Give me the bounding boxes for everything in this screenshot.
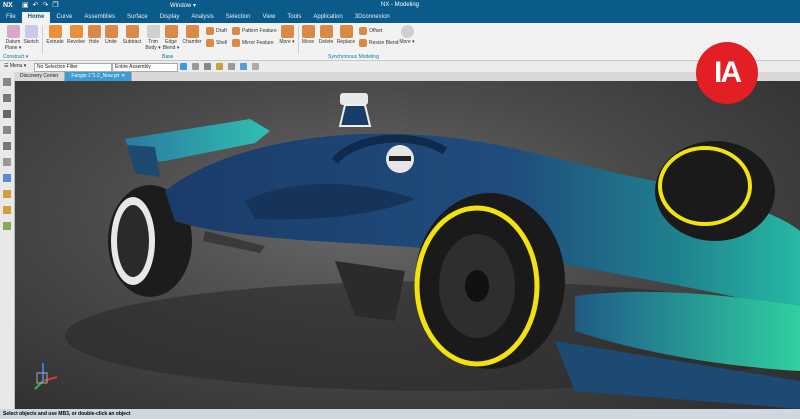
group-construct[interactable]: Construct ▾ bbox=[3, 54, 28, 60]
pattern-feature-button[interactable]: Pattern Feature bbox=[232, 27, 277, 35]
rear-wing-endplate bbox=[127, 145, 160, 177]
datum-plane-button[interactable]: Datum Plane ▾ bbox=[3, 25, 23, 51]
title-bar: NX ▣ ↶ ↷ ❐ Window ▾ NX - Modeling bbox=[0, 0, 800, 12]
offset-icon bbox=[359, 27, 367, 35]
menu-view[interactable]: View bbox=[256, 12, 281, 23]
constraint-navigator-icon[interactable] bbox=[3, 110, 11, 118]
snap-point-icon[interactable] bbox=[192, 63, 199, 70]
mirror-feature-icon bbox=[232, 39, 240, 47]
more-features-icon bbox=[280, 25, 294, 38]
reuse-library-icon[interactable] bbox=[3, 126, 11, 134]
extrude-icon bbox=[48, 25, 62, 38]
menu-assemblies[interactable]: Assemblies bbox=[78, 12, 121, 23]
helmet-visor bbox=[389, 156, 411, 161]
subtract-button[interactable]: Subtract bbox=[121, 25, 143, 45]
move-face-icon bbox=[301, 25, 315, 38]
front-right-tire bbox=[655, 141, 775, 241]
ribbon-separator bbox=[298, 26, 299, 54]
view-icon[interactable] bbox=[228, 63, 235, 70]
menu-dropdown[interactable]: ☰ Menu ▾ bbox=[2, 63, 28, 70]
menu-file[interactable]: File bbox=[0, 12, 22, 23]
menu-analysis[interactable]: Analysis bbox=[185, 12, 219, 23]
more-button-2[interactable]: More ▾ bbox=[398, 25, 416, 45]
tab-active-part[interactable]: Fangio 1"1-2_New.prt ✕ bbox=[65, 72, 133, 81]
draft-icon bbox=[206, 27, 214, 35]
shell-icon bbox=[206, 39, 214, 47]
menu-curve[interactable]: Curve bbox=[50, 12, 78, 23]
group-base: Base bbox=[162, 54, 174, 60]
refresh-icon bbox=[400, 25, 414, 38]
camera-pod bbox=[340, 93, 368, 105]
revolve-icon bbox=[69, 25, 83, 38]
delete-face-button[interactable]: Delete bbox=[317, 25, 335, 45]
mirror-feature-button[interactable]: Mirror Feature bbox=[232, 39, 274, 47]
process-studio-icon[interactable] bbox=[3, 190, 11, 198]
menu-tools[interactable]: Tools bbox=[281, 12, 307, 23]
group-synchronous-modeling: Synchronous Modeling bbox=[328, 54, 379, 60]
hole-icon bbox=[87, 25, 101, 38]
chamfer-button[interactable]: Chamfer bbox=[181, 25, 203, 45]
menu-surface[interactable]: Surface bbox=[121, 12, 154, 23]
hole-button[interactable]: Hole bbox=[87, 25, 101, 45]
filter-icon[interactable] bbox=[204, 63, 211, 70]
wheel-hub bbox=[465, 270, 489, 302]
unite-icon bbox=[104, 25, 118, 38]
trim-body-icon bbox=[146, 25, 160, 38]
more-button-1[interactable]: More ▾ bbox=[278, 25, 296, 45]
offset-button[interactable]: Offset bbox=[359, 27, 382, 35]
replace-face-button[interactable]: Replace bbox=[336, 25, 356, 45]
resize-blend-button[interactable]: Resize Blend bbox=[359, 39, 398, 47]
system-materials-icon[interactable] bbox=[3, 206, 11, 214]
web-browser-icon[interactable] bbox=[3, 158, 11, 166]
document-tabs: Discovery Center Fangio 1"1-2_New.prt ✕ bbox=[14, 72, 800, 81]
datum-plane-icon bbox=[6, 25, 20, 38]
extrude-button[interactable]: Extrude bbox=[45, 25, 65, 45]
ia-logo-badge: IA bbox=[696, 42, 758, 104]
delete-face-icon bbox=[319, 25, 333, 38]
part-navigator-icon[interactable] bbox=[3, 78, 11, 86]
roles-icon[interactable] bbox=[3, 174, 11, 182]
orient-icon[interactable] bbox=[216, 63, 223, 70]
rear-wheel-rim bbox=[117, 205, 149, 277]
f1-car-model bbox=[34, 93, 800, 409]
edge-blend-button[interactable]: Edge Blend ▾ bbox=[162, 25, 180, 51]
resize-blend-icon bbox=[359, 39, 367, 47]
shell-button[interactable]: Shell bbox=[206, 39, 227, 47]
sketch-button[interactable]: Sketch bbox=[23, 25, 39, 45]
ribbon-separator bbox=[42, 26, 43, 54]
menu-3dconnexion[interactable]: 3Dconnexion bbox=[349, 12, 396, 23]
render-style-icon[interactable] bbox=[240, 63, 247, 70]
unite-button[interactable]: Unite bbox=[102, 25, 120, 45]
subtract-icon bbox=[125, 25, 139, 38]
app-title: NX - Modeling bbox=[380, 2, 419, 8]
draft-button[interactable]: Draft bbox=[206, 27, 227, 35]
system-scenes-icon[interactable] bbox=[3, 222, 11, 230]
sketch-icon bbox=[24, 25, 38, 38]
replace-face-icon bbox=[339, 25, 353, 38]
history-icon[interactable] bbox=[3, 142, 11, 150]
menu-display[interactable]: Display bbox=[154, 12, 186, 23]
menu-bar: File Home Curve Assemblies Surface Displ… bbox=[0, 12, 800, 23]
edge-blend-icon bbox=[164, 25, 178, 38]
graphics-viewport[interactable] bbox=[15, 81, 800, 409]
airbox bbox=[338, 104, 372, 127]
resource-bar bbox=[0, 72, 15, 409]
ribbon: Datum Plane ▾ Sketch Extrude Revolve Hol… bbox=[0, 23, 800, 61]
status-bar: Select objects and use MB3, or double-cl… bbox=[0, 409, 800, 419]
assembly-navigator-icon[interactable] bbox=[3, 94, 11, 102]
move-face-button[interactable]: Move bbox=[301, 25, 315, 45]
chamfer-icon bbox=[185, 25, 199, 38]
trim-body-button[interactable]: Trim Body ▾ bbox=[145, 25, 161, 51]
menu-home[interactable]: Home bbox=[21, 12, 51, 23]
selection-scope-select[interactable]: Entire Assembly bbox=[112, 63, 178, 72]
menu-application[interactable]: Application bbox=[307, 12, 348, 23]
selection-filter-select[interactable]: No Selection Filter bbox=[34, 63, 112, 72]
select-tool-icon[interactable] bbox=[180, 63, 187, 70]
revolve-button[interactable]: Revolve bbox=[66, 25, 86, 45]
pattern-feature-icon bbox=[232, 27, 240, 35]
menu-selection[interactable]: Selection bbox=[220, 12, 257, 23]
camera-icon[interactable] bbox=[252, 63, 259, 70]
tab-discovery-center[interactable]: Discovery Center bbox=[14, 72, 66, 81]
view-triad bbox=[34, 363, 58, 390]
